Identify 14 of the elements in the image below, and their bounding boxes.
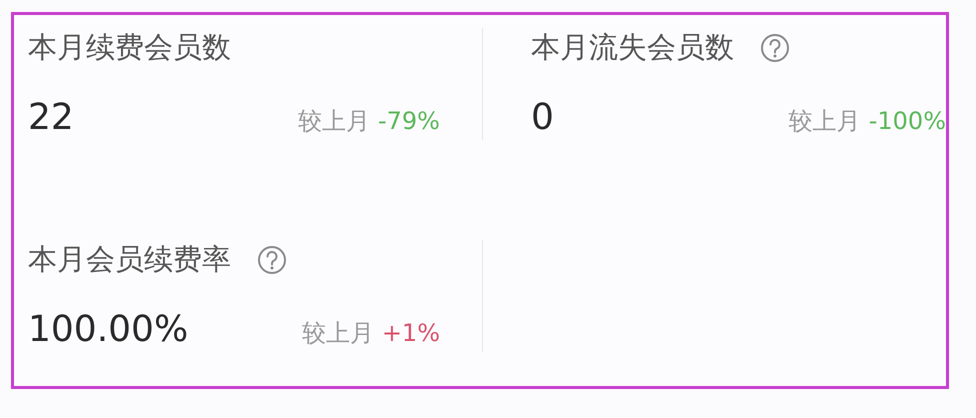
help-icon[interactable]: [760, 33, 790, 63]
comparison-label: 较上月: [788, 106, 861, 137]
help-icon[interactable]: [257, 245, 287, 275]
comparison-label: 较上月: [302, 318, 374, 349]
change-percent: -79%: [378, 107, 440, 135]
metric-value: 0: [531, 97, 554, 138]
change-percent: -100%: [868, 107, 946, 135]
metric-title: 本月续费会员数: [28, 29, 231, 66]
comparison-label: 较上月: [298, 106, 370, 137]
metric-title: 本月会员续费率: [28, 241, 231, 278]
metric-value: 22: [28, 97, 74, 138]
metric-title: 本月流失会员数: [531, 29, 734, 66]
metric-value: 100.00%: [28, 309, 188, 350]
change-percent: +1%: [382, 319, 440, 347]
